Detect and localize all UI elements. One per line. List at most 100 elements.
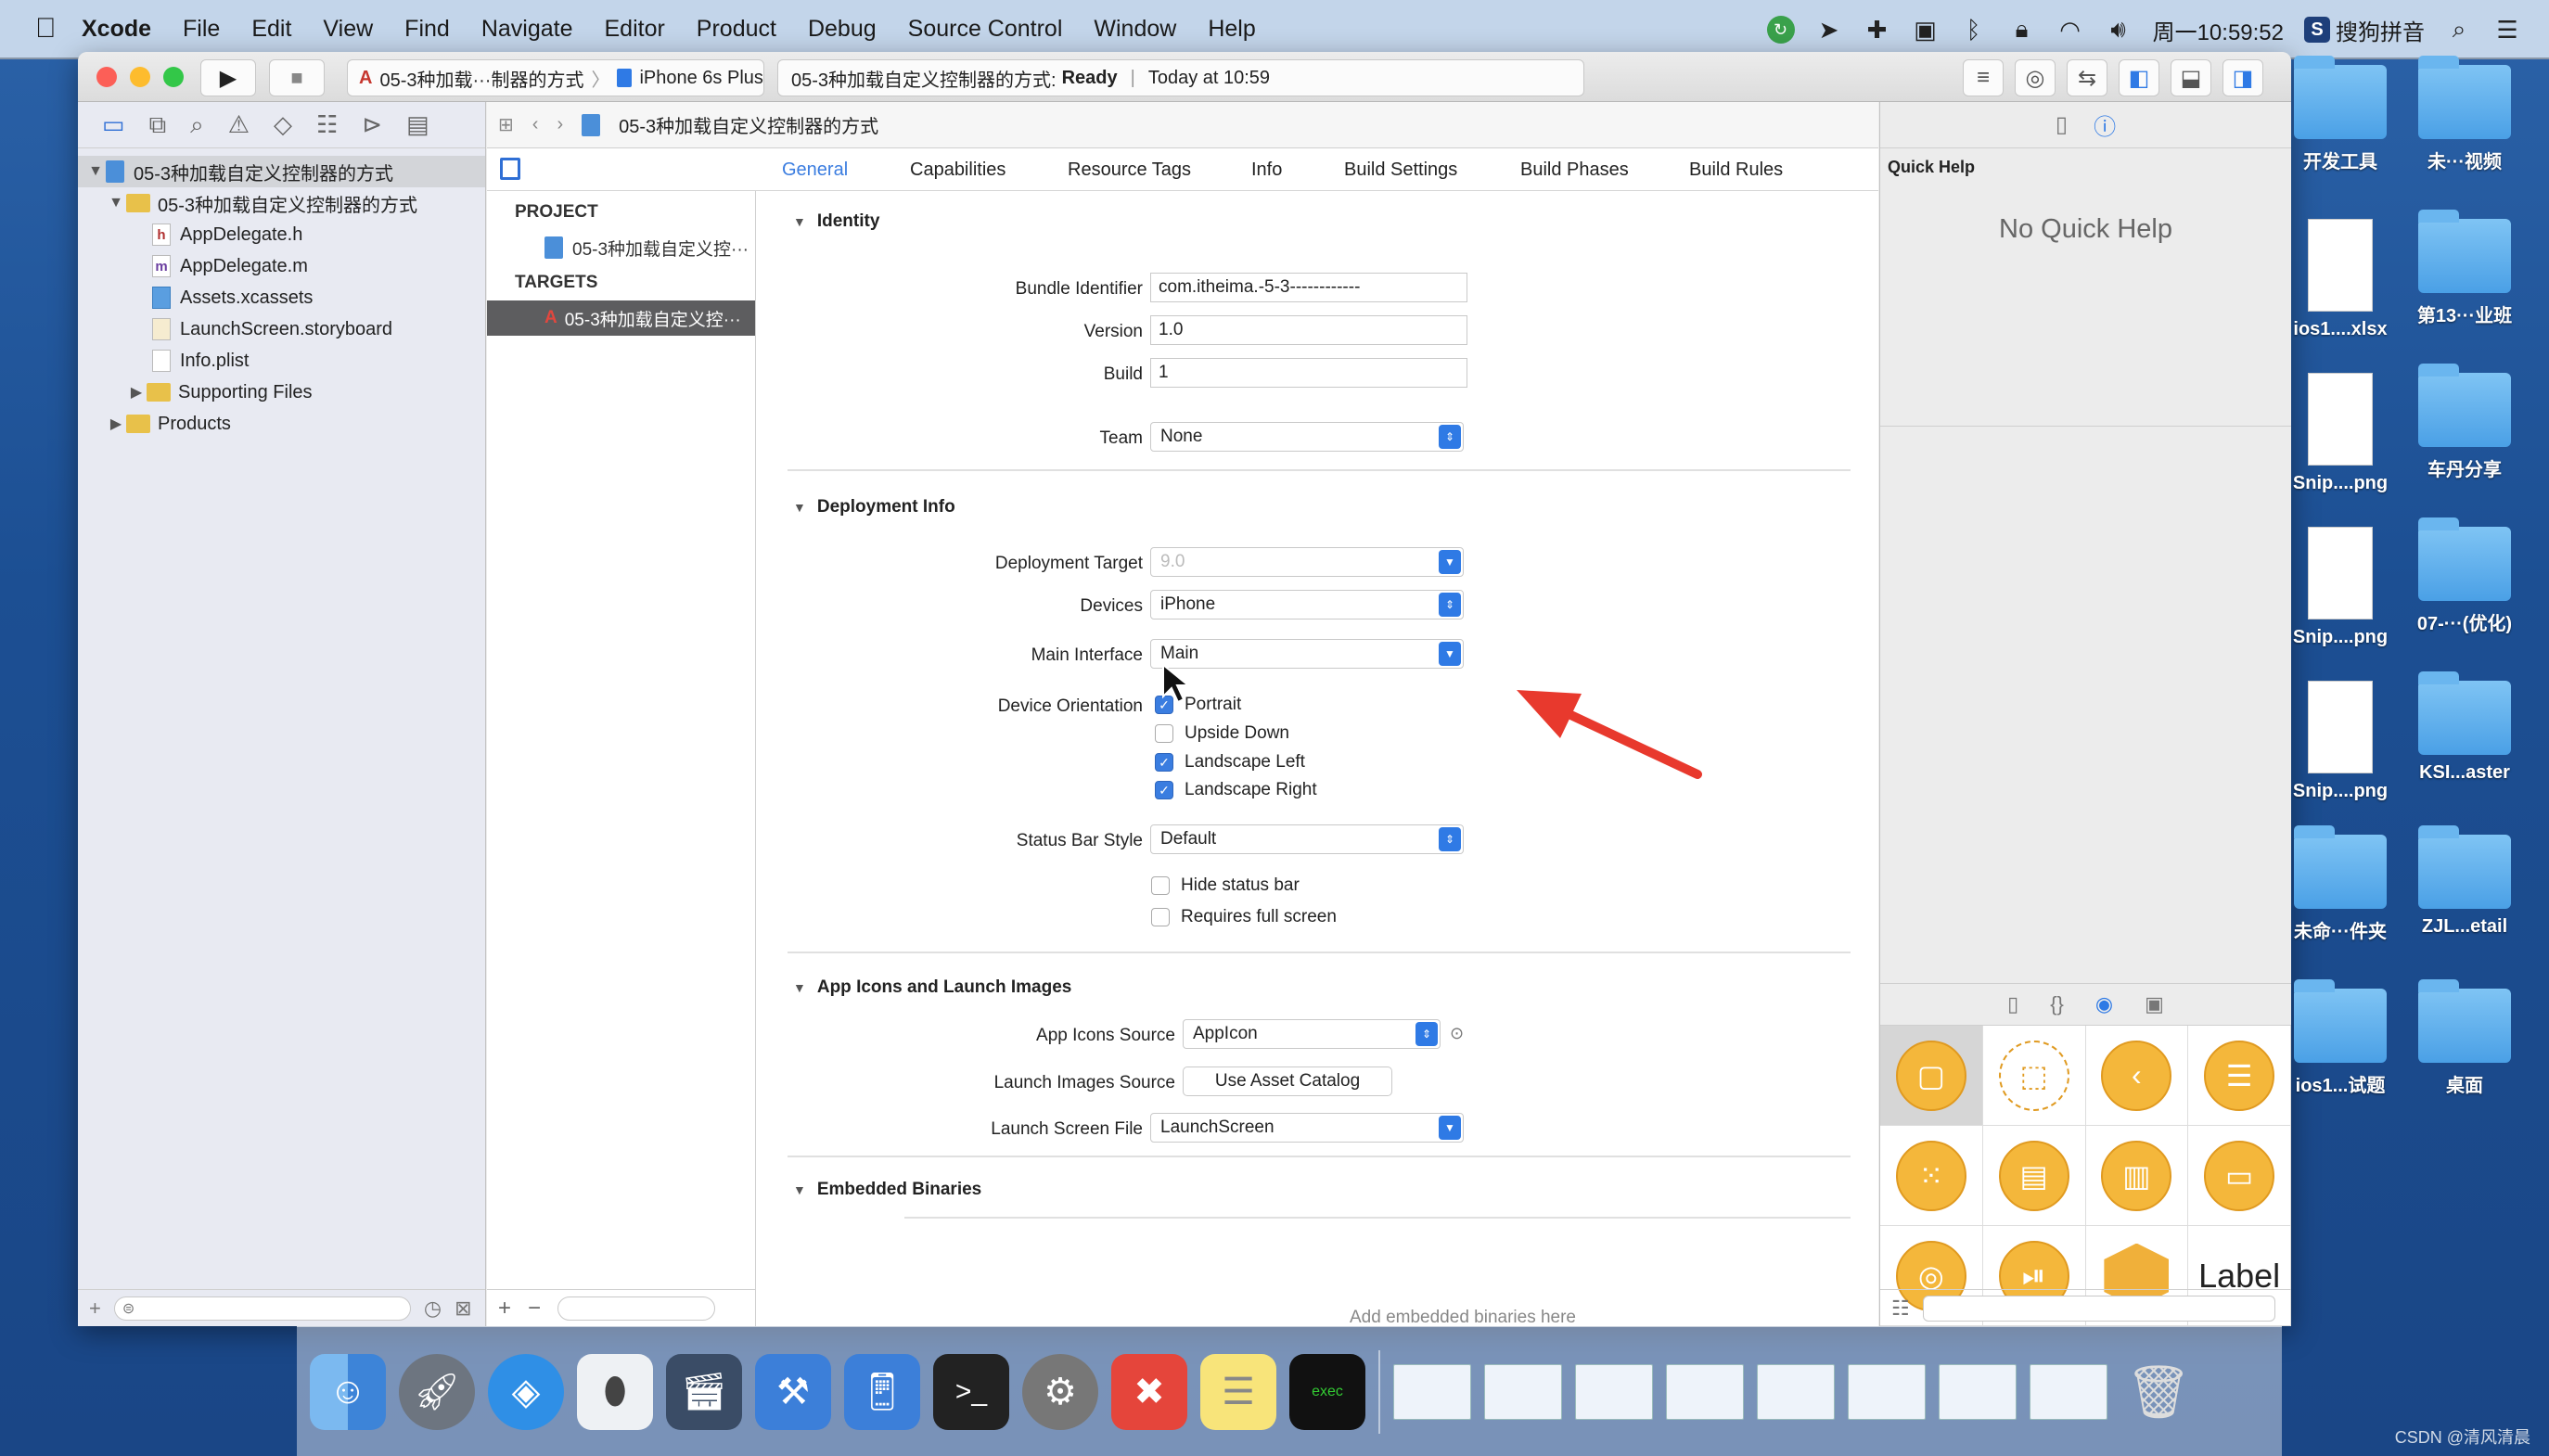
deployment-target-combo[interactable]: 9.0 ▼ [1150,547,1464,577]
breadcrumb[interactable]: 05-3种加载自定义控制器的方式 [582,111,878,138]
main-interface-combo[interactable]: Main ▼ [1150,639,1464,669]
tree-item-group[interactable]: ▶ Products [78,408,485,440]
code-snippet-library-icon[interactable]: {} [2050,992,2064,1016]
menu-find[interactable]: Find [404,16,450,43]
menu-file[interactable]: File [183,16,220,43]
minimized-window[interactable] [1939,1363,2017,1420]
minimize-button[interactable] [130,67,150,87]
imovie-icon[interactable]: 🎬︎ [666,1353,742,1430]
add-target-icon[interactable]: + [498,1296,511,1322]
toggle-navigator-icon[interactable]: ◧ [2119,59,2159,96]
section-identity[interactable]: ▼ Identity [793,211,879,232]
file-template-library-icon[interactable]: ▯ [2007,992,2018,1016]
toggle-targets-list-icon[interactable] [500,158,520,180]
menu-editor[interactable]: Editor [604,16,664,43]
finder-icon[interactable]: ☺ [310,1353,386,1430]
desktop-item[interactable]: Snip....png [2280,681,2401,802]
status-bar-style-select[interactable]: Default ⇕ [1150,824,1464,854]
toggle-debug-area-icon[interactable]: ⬓ [2171,59,2211,96]
library-item-page-view-controller[interactable]: ▭ [2188,1126,2291,1226]
notes-icon[interactable]: ☰ [1200,1353,1276,1430]
folder-icon[interactable]: ▭ [102,110,125,139]
tab-build-phases[interactable]: Build Phases [1520,160,1629,181]
object-library-icon[interactable]: ◉ [2095,992,2113,1016]
assistant-editor-icon[interactable]: ◎ [2015,59,2056,96]
tab-resource-tags[interactable]: Resource Tags [1068,160,1191,181]
launchpad-icon[interactable]: 🚀︎ [399,1353,475,1430]
system-preferences-icon[interactable]: ⚙ [1022,1353,1098,1430]
warning-icon[interactable]: ⚠ [228,110,250,139]
requires-full-screen-checkbox[interactable]: Requires full screen [1151,907,1337,927]
menu-window[interactable]: Window [1094,16,1176,43]
launch-screen-file-combo[interactable]: LaunchScreen ▼ [1150,1113,1464,1143]
desktop-item[interactable]: ios1....xlsx [2280,219,2401,340]
menu-view[interactable]: View [323,16,373,43]
team-select[interactable]: None ⇕ [1150,422,1464,452]
bundle-id-field[interactable]: com.itheima.-5-3------------ [1150,273,1467,302]
sync-icon[interactable]: ↻ [1766,16,1795,44]
desktop-item[interactable]: 未···视频 [2404,56,2525,173]
mouse-app-icon[interactable]: ⬮ [577,1353,653,1430]
tree-item-file[interactable]: Assets.xcassets [78,282,485,313]
library-filter-input[interactable] [1922,1295,2275,1322]
library-item-tab-bar-controller[interactable]: ▤ [1982,1126,2086,1226]
desktop-item[interactable]: 开发工具 [2280,56,2401,173]
library-item-split-view-controller[interactable]: ▥ [2085,1126,2189,1226]
lock-icon[interactable]: 🔒︎ [2008,15,2036,44]
symbol-navigator-icon[interactable]: ⧉ [149,110,167,140]
menu-source-control[interactable]: Source Control [908,16,1063,43]
minimized-window[interactable] [1757,1363,1835,1420]
menu-xcode[interactable]: Xcode [82,16,151,43]
menu-help[interactable]: Help [1208,16,1255,43]
orientation-landscape-right-checkbox[interactable]: ✓ Landscape Right [1155,780,1317,800]
terminal-icon[interactable]: >_ [933,1353,1009,1430]
desktop-item[interactable]: 第13···业班 [2404,210,2525,327]
file-inspector-icon[interactable]: ▯ [2056,111,2068,138]
desktop-item[interactable]: 07-···(优化) [2404,517,2525,635]
notification-list-icon[interactable]: ☰ [2493,16,2521,44]
grid-list-toggle-icon[interactable]: ☷ [1891,1296,1910,1321]
go-to-asset-icon[interactable]: ⊙ [1450,1024,1464,1043]
tree-item-group[interactable]: ▶ Supporting Files [78,377,485,408]
disclosure-closed-icon[interactable]: ▶ [126,383,147,402]
tree-item-group[interactable]: ▼ 05-3种加载自定义控制器的方式 [78,187,485,219]
minimized-window[interactable] [1484,1363,1562,1420]
minimized-window[interactable] [2030,1363,2107,1420]
tab-info[interactable]: Info [1251,160,1282,181]
location-icon[interactable]: ➤ [1815,16,1843,44]
minimized-window[interactable] [1575,1363,1653,1420]
desktop-item[interactable]: Snip....png [2280,527,2401,648]
disclosure-open-icon[interactable]: ▼ [106,195,126,211]
xcode-icon[interactable]: ⚒ [755,1353,831,1430]
stop-button[interactable]: ■ [269,59,325,96]
spotlight-search-icon[interactable]: ⌕ [2445,15,2473,44]
scheme-selector[interactable]: A 05-3种加载···制器的方式 〉 iPhone 6s Plus [347,59,764,96]
library-item-view-controller[interactable]: ▢ [1880,1026,1983,1126]
console-icon[interactable]: exec [1289,1353,1365,1430]
minimized-window[interactable] [1666,1363,1744,1420]
menu-product[interactable]: Product [697,16,776,43]
related-items-icon[interactable]: ⊞ [498,113,514,136]
library-item-collection-view-controller[interactable]: ⁙ [1880,1126,1983,1226]
version-editor-icon[interactable]: ⇆ [2067,59,2107,96]
orientation-upside-down-checkbox[interactable]: Upside Down [1155,723,1289,744]
scm-status-icon[interactable]: ⊠ [455,1296,471,1321]
tree-item-file[interactable]: h AppDelegate.h [78,219,485,250]
disclosure-open-icon[interactable]: ▼ [85,163,106,180]
zoom-button[interactable] [163,67,184,87]
menu-edit[interactable]: Edit [251,16,291,43]
tree-item-file[interactable]: Info.plist [78,345,485,377]
bluetooth-icon[interactable]: ᛒ [1960,16,1988,44]
debug-navigator-icon[interactable]: ☷ [316,110,338,139]
recent-files-icon[interactable]: ◷ [424,1296,442,1321]
menu-navigate[interactable]: Navigate [481,16,573,43]
build-field[interactable]: 1 [1150,358,1467,388]
section-deployment-info[interactable]: ▼ Deployment Info [793,497,955,517]
library-item-navigation-controller[interactable]: ‹ [2085,1026,2189,1126]
tab-general[interactable]: General [782,160,848,181]
use-asset-catalog-button[interactable]: Use Asset Catalog [1183,1066,1392,1096]
wifi-icon[interactable]: ◠ [2056,16,2084,44]
report-icon[interactable]: ▤ [406,110,429,139]
devices-select[interactable]: iPhone ⇕ [1150,590,1464,619]
desktop-item[interactable]: 车丹分享 [2404,364,2525,481]
